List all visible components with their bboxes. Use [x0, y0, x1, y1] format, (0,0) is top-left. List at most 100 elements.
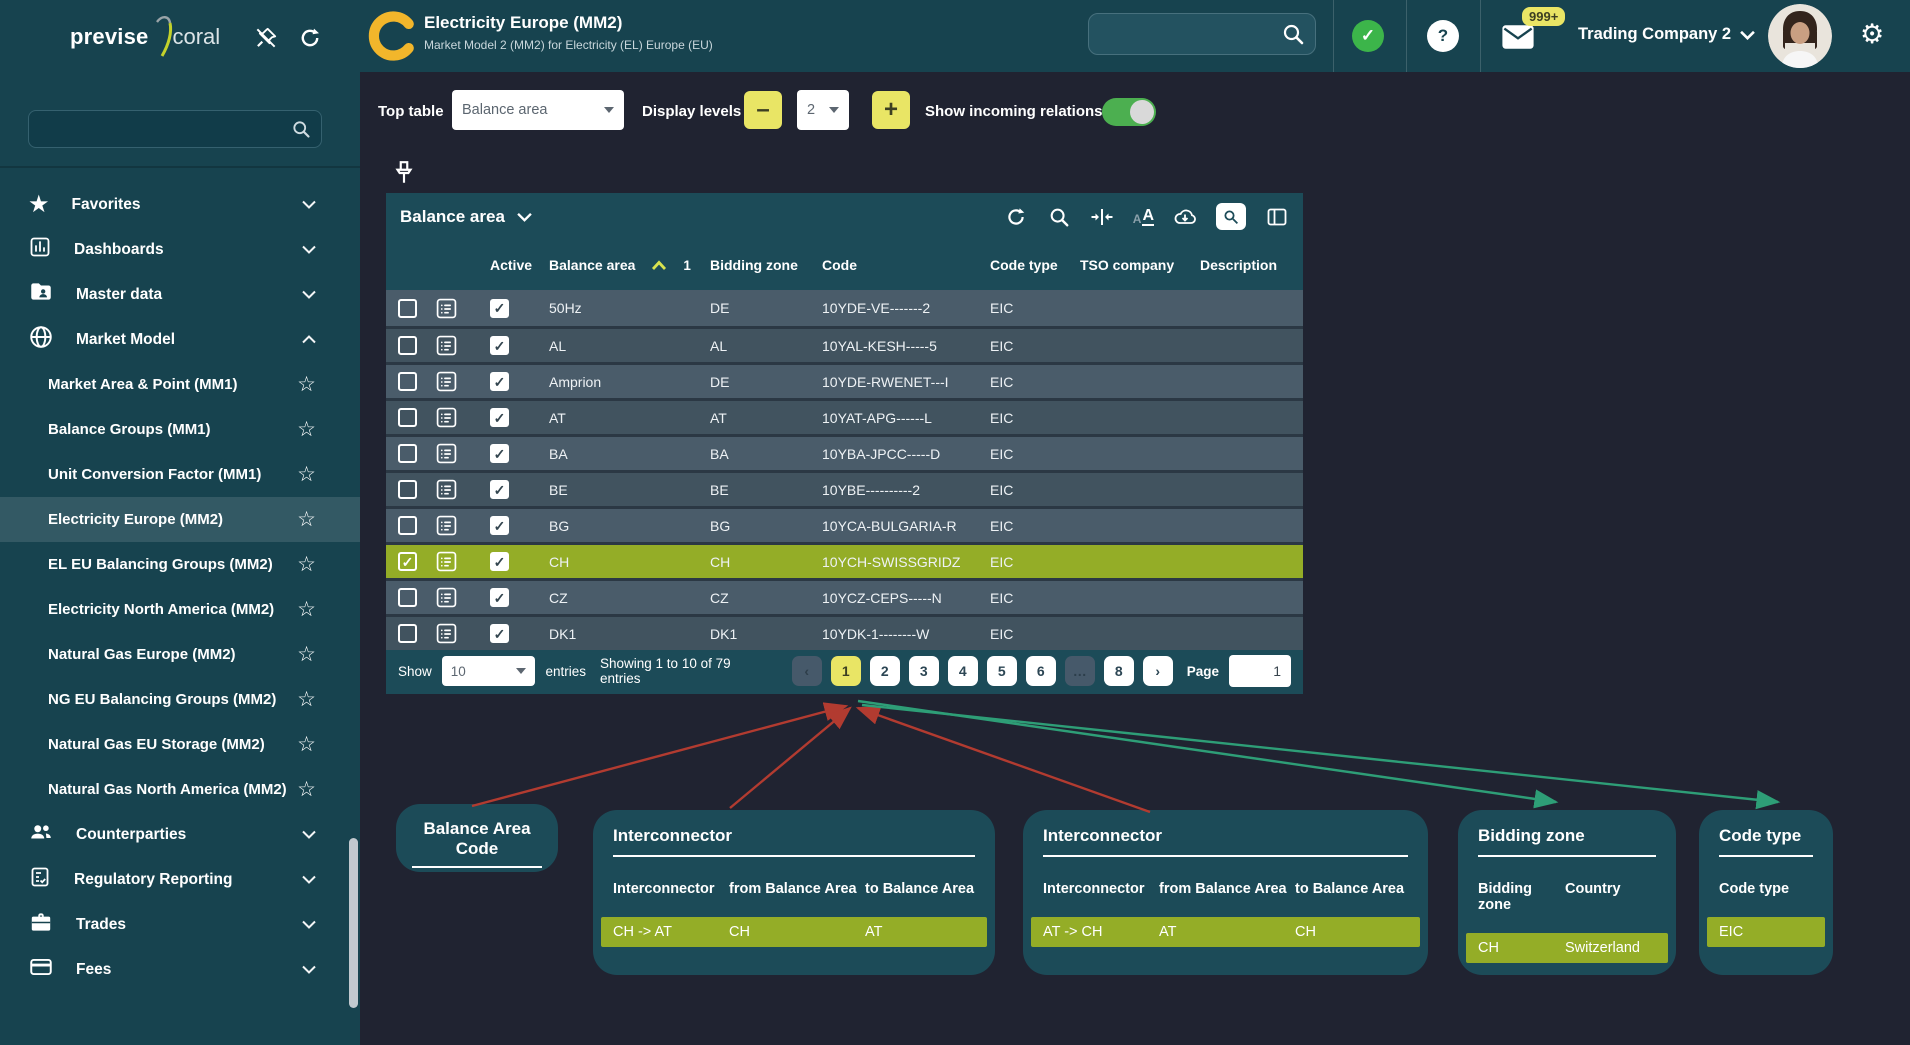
row-details-icon[interactable] — [436, 479, 490, 500]
row-active-checkbox[interactable]: ✓ — [490, 516, 509, 535]
table-row[interactable]: ✓ AT AT 10YAT-APG------L EIC — [386, 398, 1303, 434]
sidebar-subitem-el-eu-balancing-groups[interactable]: EL EU Balancing Groups (MM2) ☆ — [0, 542, 360, 587]
sidebar-item-regulatory-reporting[interactable]: Regulatory Reporting — [0, 857, 360, 902]
favorite-star-icon[interactable]: ☆ — [297, 599, 316, 620]
card-data-row[interactable]: CH -> AT CH AT — [601, 917, 987, 947]
row-details-icon[interactable] — [436, 515, 490, 536]
page-button-2[interactable]: 2 — [870, 656, 900, 686]
sidebar-subitem-unit-conversion[interactable]: Unit Conversion Factor (MM1) ☆ — [0, 452, 360, 497]
search-icon[interactable] — [1281, 22, 1305, 46]
row-details-icon[interactable] — [436, 551, 490, 572]
table-row[interactable]: ✓ CZ CZ 10YCZ-CEPS-----N EIC — [386, 578, 1303, 614]
card-code-type[interactable]: Code type Code type EIC — [1699, 810, 1833, 975]
sidebar-scrollbar-thumb[interactable] — [349, 838, 358, 1008]
favorite-star-icon[interactable]: ☆ — [297, 509, 316, 530]
prev-page-button[interactable]: ‹ — [792, 656, 822, 686]
row-select-checkbox[interactable]: ✓ — [398, 552, 417, 571]
col-description[interactable]: Description — [1200, 257, 1303, 273]
sidebar-subitem-market-area-point[interactable]: Market Area & Point (MM1) ☆ — [0, 362, 360, 407]
card-interconnector-outgoing[interactable]: Interconnector Interconnector from Balan… — [593, 810, 995, 975]
gear-icon[interactable]: ⚙ — [1860, 19, 1884, 50]
levels-select[interactable]: 2 — [797, 90, 849, 130]
favorite-star-icon[interactable]: ☆ — [297, 779, 316, 800]
table-row-selected[interactable]: ✓ ✓ CH CH 10YCH-SWISSGRIDZ EIC — [386, 542, 1303, 578]
sidebar-item-favorites[interactable]: ★ Favorites — [0, 182, 360, 227]
sidebar-subitem-electricity-europe[interactable]: Electricity Europe (MM2) ☆ — [0, 497, 360, 542]
row-active-checkbox[interactable]: ✓ — [490, 624, 509, 643]
row-select-checkbox[interactable] — [398, 336, 417, 355]
sidebar-subitem-ng-eu-balancing-groups[interactable]: NG EU Balancing Groups (MM2) ☆ — [0, 677, 360, 722]
sidebar-search-input[interactable] — [39, 121, 291, 137]
card-interconnector-incoming[interactable]: Interconnector Interconnector from Balan… — [1023, 810, 1428, 975]
favorite-star-icon[interactable]: ☆ — [297, 734, 316, 755]
col-tso-company[interactable]: TSO company — [1080, 257, 1200, 273]
favorite-star-icon[interactable]: ☆ — [297, 644, 316, 665]
favorite-star-icon[interactable]: ☆ — [297, 374, 316, 395]
row-active-checkbox[interactable]: ✓ — [490, 299, 509, 318]
sidebar-item-market-model[interactable]: Market Model — [0, 317, 360, 362]
search-in-table-icon[interactable] — [1216, 203, 1246, 230]
row-active-checkbox[interactable]: ✓ — [490, 552, 509, 571]
messages-icon[interactable] — [1502, 24, 1534, 55]
refresh-icon[interactable] — [1004, 205, 1028, 229]
global-search-input[interactable] — [1099, 26, 1281, 42]
card-bidding-zone[interactable]: Bidding zone Bidding zone Country CH Swi… — [1458, 810, 1676, 975]
next-page-button[interactable]: › — [1143, 656, 1173, 686]
sidebar-item-dashboards[interactable]: Dashboards — [0, 227, 360, 272]
sidebar-subitem-natural-gas-north-america[interactable]: Natural Gas North America (MM2) ☆ — [0, 767, 360, 812]
user-avatar[interactable] — [1768, 4, 1832, 68]
increase-levels-button[interactable]: + — [872, 91, 910, 129]
row-active-checkbox[interactable]: ✓ — [490, 336, 509, 355]
page-button-8[interactable]: 8 — [1104, 656, 1134, 686]
row-select-checkbox[interactable] — [398, 299, 417, 318]
card-data-row[interactable]: AT -> CH AT CH — [1031, 917, 1420, 947]
cloud-download-icon[interactable] — [1173, 205, 1197, 229]
show-incoming-toggle[interactable] — [1102, 98, 1156, 126]
page-button-3[interactable]: 3 — [909, 656, 939, 686]
page-button-4[interactable]: 4 — [948, 656, 978, 686]
column-layout-icon[interactable] — [1265, 205, 1289, 229]
col-code-type[interactable]: Code type — [990, 257, 1080, 273]
row-select-checkbox[interactable] — [398, 588, 417, 607]
row-details-icon[interactable] — [436, 298, 490, 319]
sidebar-subitem-balance-groups[interactable]: Balance Groups (MM1) ☆ — [0, 407, 360, 452]
col-balance-area[interactable]: Balance area 1 — [549, 257, 710, 273]
table-title[interactable]: Balance area — [400, 207, 505, 227]
col-active[interactable]: Active — [490, 257, 549, 273]
collapse-columns-icon[interactable] — [1090, 205, 1114, 229]
row-details-icon[interactable] — [436, 443, 490, 464]
font-size-icon[interactable]: AA — [1133, 207, 1154, 227]
page-number-input[interactable] — [1229, 655, 1291, 687]
sidebar-item-fees[interactable]: Fees — [0, 947, 360, 992]
unpin-sidebar-icon[interactable] — [252, 24, 280, 52]
row-details-icon[interactable] — [436, 587, 490, 608]
favorite-star-icon[interactable]: ☆ — [297, 554, 316, 575]
help-icon[interactable]: ? — [1427, 20, 1459, 52]
sidebar-subitem-natural-gas-eu-storage[interactable]: Natural Gas EU Storage (MM2) ☆ — [0, 722, 360, 767]
table-row[interactable]: ✓ AL AL 10YAL-KESH-----5 EIC — [386, 326, 1303, 362]
sidebar-item-counterparties[interactable]: Counterparties — [0, 812, 360, 857]
page-button-5[interactable]: 5 — [987, 656, 1017, 686]
company-selector[interactable]: Trading Company 2 — [1578, 25, 1755, 44]
favorite-star-icon[interactable]: ☆ — [297, 464, 316, 485]
page-button-6[interactable]: 6 — [1026, 656, 1056, 686]
chevron-down-icon[interactable] — [517, 212, 532, 222]
row-select-checkbox[interactable] — [398, 444, 417, 463]
pin-table-icon[interactable] — [393, 160, 415, 191]
sidebar-subitem-natural-gas-europe[interactable]: Natural Gas Europe (MM2) ☆ — [0, 632, 360, 677]
card-data-row[interactable]: CH Switzerland — [1466, 933, 1668, 963]
favorite-star-icon[interactable]: ☆ — [297, 689, 316, 710]
col-bidding-zone[interactable]: Bidding zone — [710, 257, 822, 273]
row-active-checkbox[interactable]: ✓ — [490, 372, 509, 391]
table-row[interactable]: ✓ DK1 DK1 10YDK-1--------W EIC — [386, 614, 1303, 650]
row-details-icon[interactable] — [436, 407, 490, 428]
table-row[interactable]: ✓ BG BG 10YCA-BULGARIA-R EIC — [386, 506, 1303, 542]
row-select-checkbox[interactable] — [398, 408, 417, 427]
card-balance-area-code[interactable]: Balance Area Code — [396, 804, 558, 872]
sidebar-subitem-electricity-north-america[interactable]: Electricity North America (MM2) ☆ — [0, 587, 360, 632]
page-button-1[interactable]: 1 — [831, 656, 861, 686]
row-details-icon[interactable] — [436, 335, 490, 356]
table-row[interactable]: ✓ 50Hz DE 10YDE-VE-------2 EIC — [386, 290, 1303, 326]
top-table-select[interactable]: Balance area — [452, 90, 624, 130]
table-row[interactable]: ✓ BA BA 10YBA-JPCC-----D EIC — [386, 434, 1303, 470]
